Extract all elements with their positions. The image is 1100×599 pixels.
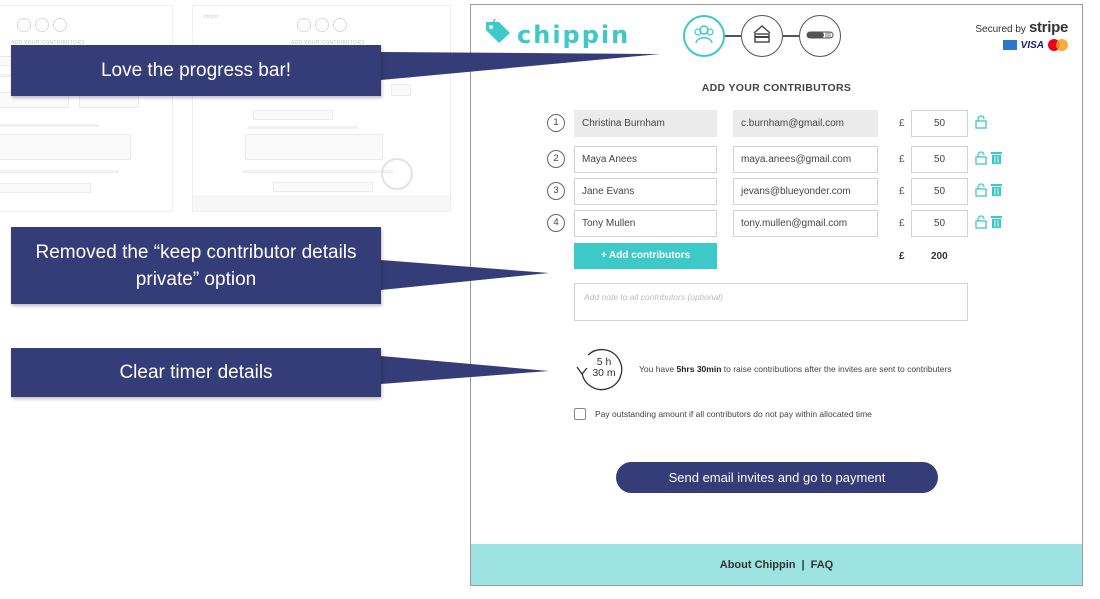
total-currency-symbol: £ [899, 251, 905, 262]
currency-symbol: £ [899, 218, 905, 229]
background-screenshot-2: chippin ADD YOUR CONTRIBUTORS [192, 5, 451, 212]
trash-icon[interactable] [991, 183, 1002, 202]
total-amount: 200 [931, 251, 948, 262]
trash-icon[interactable] [991, 151, 1002, 170]
contributor-amount-input[interactable]: 50 [911, 210, 968, 237]
callout-text-line-1: Removed the “keep contributor details [35, 242, 357, 263]
unlock-icon[interactable] [975, 215, 987, 234]
contributor-email-input[interactable]: tony.mullen@gmail.com [733, 210, 878, 237]
pay-outstanding-checkbox[interactable] [574, 408, 586, 420]
pay-outstanding-label: Pay outstanding amount if all contributo… [595, 409, 872, 419]
mastercard-icon [1048, 39, 1068, 51]
accepted-cards: VISA [975, 39, 1068, 51]
faq-link[interactable]: FAQ [811, 559, 834, 571]
step-contributors[interactable] [683, 15, 725, 57]
timer-clock-icon: 5 h 30 m [574, 347, 630, 393]
contributor-amount-input[interactable]: 50 [911, 146, 968, 173]
row-number: 2 [547, 150, 565, 168]
callout-text: Clear timer details [119, 362, 273, 383]
contributor-email-input[interactable]: maya.anees@gmail.com [733, 146, 878, 173]
contributor-row: 1 Christina Burnham c.burnham@gmail.com … [547, 110, 1007, 137]
brand-name: chippin [517, 20, 631, 49]
contributors-icon [692, 23, 716, 50]
callout-private-option: Removed the “keep contributor details pr… [11, 227, 381, 304]
progress-bar [683, 15, 841, 57]
callout-text-line-2: private” option [135, 269, 257, 290]
contributor-name-input[interactable]: Jane Evans [574, 178, 717, 205]
step-progress[interactable] [799, 15, 841, 57]
timer-minutes: 30 m [592, 367, 616, 379]
add-contributors-button[interactable]: + Add contributors [574, 243, 717, 269]
visa-card-icon: VISA [1020, 39, 1044, 51]
send-invites-button[interactable]: Send email invites and go to payment [616, 462, 938, 493]
note-textarea[interactable]: Add note to all contributors (optional) [574, 283, 968, 321]
footer-separator: | [801, 558, 805, 571]
unlock-icon[interactable] [975, 183, 987, 202]
row-number: 4 [547, 214, 565, 232]
row-number: 1 [547, 114, 565, 132]
chippin-app-window: chippin Secured by stripe VISA ADD YOUR … [470, 4, 1083, 586]
timer-duration: 5hrs 30min [676, 364, 722, 374]
currency-symbol: £ [899, 118, 905, 129]
contributor-row: 2 Maya Anees maya.anees@gmail.com £ 50 [547, 146, 1007, 173]
step-connector [725, 35, 741, 37]
callout-text: Love the progress bar! [100, 60, 292, 81]
contributor-email-input[interactable]: jevans@blueyonder.com [733, 178, 878, 205]
contributor-row: 4 Tony Mullen tony.mullen@gmail.com £ 50 [547, 210, 1007, 237]
secured-by-label: Secured by [975, 24, 1026, 35]
section-title: ADD YOUR CONTRIBUTORS [701, 82, 852, 94]
step-payment[interactable] [741, 15, 783, 57]
feedback-board: ADD YOUR CONTRIBUTORS chippin ADD YOUR C… [0, 0, 1100, 599]
card-payment-icon [750, 23, 774, 50]
contributor-name-input[interactable]: Maya Anees [574, 146, 717, 173]
amex-card-icon [1002, 40, 1017, 50]
currency-symbol: £ [899, 186, 905, 197]
row-number: 3 [547, 182, 565, 200]
footer: About Chippin | FAQ [471, 544, 1082, 585]
background-screenshot-1: ADD YOUR CONTRIBUTORS [0, 5, 173, 212]
ghost-brand: chippin [203, 14, 219, 20]
callout-progress-bar: Love the progress bar! [11, 45, 381, 96]
contributor-name-input[interactable]: Tony Mullen [574, 210, 717, 237]
stripe-logo: stripe [1028, 19, 1068, 36]
secured-by-stripe: Secured by stripe VISA [975, 19, 1068, 51]
trash-icon[interactable] [991, 215, 1002, 234]
unlock-icon[interactable] [975, 151, 987, 170]
currency-symbol: £ [899, 154, 905, 165]
pay-outstanding-option: Pay outstanding amount if all contributo… [574, 408, 872, 420]
note-placeholder: Add note to all contributors (optional) [584, 292, 723, 302]
contributor-amount-input[interactable]: 50 [911, 110, 968, 137]
contributor-email-input[interactable]: c.burnham@gmail.com [733, 110, 878, 137]
timer-message: You have 5hrs 30min to raise contributio… [639, 364, 952, 374]
contributor-amount-input[interactable]: 50 [911, 178, 968, 205]
lock-icon[interactable] [975, 115, 987, 134]
chippin-logo[interactable]: chippin [483, 18, 631, 50]
progress-bar-icon [806, 27, 834, 45]
callout-timer: Clear timer details [11, 348, 381, 397]
about-chippin-link[interactable]: About Chippin [720, 559, 796, 571]
contributor-row: 3 Jane Evans jevans@blueyonder.com £ 50 [547, 178, 1007, 205]
step-connector [783, 35, 799, 37]
contributor-name-input[interactable]: Christina Burnham [574, 110, 717, 137]
tag-icon [483, 18, 513, 50]
